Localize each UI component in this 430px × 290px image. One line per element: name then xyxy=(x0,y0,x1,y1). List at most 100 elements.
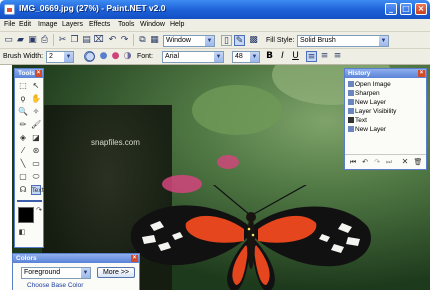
history-panel: History × Open Image Sharpen New Layer L… xyxy=(344,68,427,170)
save-icon[interactable]: ▣ xyxy=(27,35,38,46)
tool-options-bar: Brush Width: 2 ▼ ◯ ● ● ◑ Font: Arial ▼ 4… xyxy=(0,49,430,65)
swap-colors-icon[interactable]: ↷ xyxy=(34,205,44,215)
antialias-toggle-icon[interactable]: ◯ xyxy=(84,51,95,62)
menu-layers[interactable]: Layers xyxy=(62,21,83,28)
blend-overwrite-icon[interactable]: ● xyxy=(110,51,121,62)
text-tool-button[interactable]: Text xyxy=(31,185,44,195)
brush-width-select[interactable]: 2 ▼ xyxy=(46,51,74,63)
clone-stamp-icon[interactable]: ⊛ xyxy=(31,146,41,156)
rectangle-icon[interactable]: ▭ xyxy=(31,159,41,169)
new-layer-icon xyxy=(348,99,354,105)
align-center-icon[interactable]: ≡ xyxy=(319,51,330,62)
color-mode-select[interactable]: Foreground ▼ xyxy=(21,267,91,279)
chevron-down-icon: ▼ xyxy=(81,268,90,278)
colors-panel-title: Colors xyxy=(16,255,37,262)
font-select[interactable]: Arial ▼ xyxy=(162,51,224,63)
reset-colors-icon[interactable]: ◧ xyxy=(17,227,27,237)
underline-button[interactable]: U xyxy=(290,51,301,62)
menu-effects[interactable]: Effects xyxy=(89,21,110,28)
font-size-value: 48 xyxy=(235,53,243,60)
history-item[interactable]: Sharpen xyxy=(348,89,380,98)
hand-icon[interactable]: ✋ xyxy=(31,94,41,104)
redo-icon[interactable]: ↷ xyxy=(119,35,130,46)
magic-wand-icon[interactable]: ✧ xyxy=(31,107,41,117)
history-item[interactable]: Layer Visibility xyxy=(348,107,396,116)
history-item[interactable]: New Layer xyxy=(348,125,386,134)
menu-file[interactable]: File xyxy=(4,21,15,28)
window-title: IMG_0669.jpg (27%) - Paint.NET v2.0 xyxy=(19,3,166,13)
menu-image[interactable]: Image xyxy=(38,21,57,28)
undo-icon[interactable]: ↶ xyxy=(107,35,118,46)
colors-panel-close-button[interactable]: × xyxy=(131,255,138,262)
clear-selection-icon[interactable]: ⌧ xyxy=(93,35,104,46)
align-left-icon[interactable]: ≡ xyxy=(306,51,317,62)
font-size-select[interactable]: 48 ▼ xyxy=(232,51,260,63)
menu-window[interactable]: Window xyxy=(140,21,165,28)
history-panel-close-button[interactable]: × xyxy=(418,70,425,77)
italic-button[interactable]: I xyxy=(277,51,288,62)
step-back-icon[interactable]: ↶ xyxy=(360,157,370,167)
paste-icon[interactable]: ▤ xyxy=(81,35,92,46)
layer-visibility-icon xyxy=(348,108,354,114)
app-icon xyxy=(4,4,15,15)
window-select[interactable]: Window ▼ xyxy=(163,35,215,47)
crop-icon[interactable]: ⧉ xyxy=(137,35,148,46)
sharpen-icon xyxy=(348,90,354,96)
paint-brush-icon[interactable]: 🖌 xyxy=(31,120,41,130)
fill-style-value: Solid Brush xyxy=(300,37,336,44)
cut-icon[interactable]: ✂ xyxy=(57,35,68,46)
history-item[interactable]: New Layer xyxy=(348,98,386,107)
history-panel-title: History xyxy=(348,70,371,77)
primary-color-swatch[interactable] xyxy=(18,207,34,223)
rectangle-select-icon[interactable]: ⬚ xyxy=(18,81,28,91)
new-icon[interactable]: ▭ xyxy=(3,35,14,46)
blend-mode-icon[interactable]: ◑ xyxy=(122,51,133,62)
pink-flower xyxy=(217,155,239,169)
paint-bucket-icon[interactable]: ◈ xyxy=(18,133,28,143)
rewind-icon[interactable]: ⏮ xyxy=(348,157,358,167)
trash-icon[interactable]: 🗑 xyxy=(413,157,423,167)
lasso-icon[interactable]: ϙ xyxy=(18,94,28,104)
pencil-icon[interactable]: ✏ xyxy=(18,120,28,130)
history-item[interactable]: Open Image xyxy=(348,80,391,89)
ellipse-icon[interactable]: ⬭ xyxy=(31,172,41,182)
antialias-icon[interactable]: ▩ xyxy=(248,35,259,46)
print-icon[interactable]: ⎙ xyxy=(39,35,50,46)
line-icon[interactable]: ╲ xyxy=(18,159,28,169)
choose-base-color-label[interactable]: Choose Base Color xyxy=(27,282,83,289)
delete-history-icon[interactable]: ✕ xyxy=(400,157,410,167)
zoom-icon[interactable]: 🔍 xyxy=(18,107,28,117)
tools-panel-close-button[interactable]: × xyxy=(35,70,42,77)
fill-style-select[interactable]: Solid Brush ▼ xyxy=(297,35,389,47)
gradient-icon[interactable]: ◪ xyxy=(31,133,41,143)
history-item-label: Layer Visibility xyxy=(355,108,397,115)
rulers-icon[interactable]: ▯ xyxy=(221,35,232,46)
move-icon[interactable]: ↖ xyxy=(31,81,41,91)
step-forward-icon[interactable]: ↷ xyxy=(372,157,382,167)
freeform-shape-icon[interactable]: ☊ xyxy=(18,185,28,195)
close-button[interactable]: × xyxy=(415,3,427,15)
blend-normal-icon[interactable]: ● xyxy=(98,51,109,62)
maximize-button[interactable]: □ xyxy=(400,3,412,15)
brush-icon[interactable]: ✎ xyxy=(234,35,245,46)
align-right-icon[interactable]: ≡ xyxy=(332,51,343,62)
history-item-label: New Layer xyxy=(355,126,387,133)
menu-help[interactable]: Help xyxy=(170,21,184,28)
butterfly-image xyxy=(130,185,371,290)
minimize-button[interactable]: _ xyxy=(385,3,397,15)
more-button[interactable]: More >> xyxy=(97,267,135,278)
history-item-label: Sharpen xyxy=(355,90,380,97)
copy-icon[interactable]: ❐ xyxy=(69,35,80,46)
history-item-label: Text xyxy=(355,117,367,124)
rounded-rectangle-icon[interactable]: ▢ xyxy=(18,172,28,182)
brush-width-label: Brush Width: xyxy=(3,53,44,60)
menu-tools[interactable]: Tools xyxy=(118,21,134,28)
colors-panel-header: Colors × xyxy=(13,254,139,263)
resize-icon[interactable]: ▦ xyxy=(149,35,160,46)
fast-forward-icon[interactable]: ⏭ xyxy=(384,157,394,167)
bold-button[interactable]: B xyxy=(264,51,275,62)
open-icon[interactable]: ▰ xyxy=(15,35,26,46)
menu-edit[interactable]: Edit xyxy=(19,21,31,28)
color-picker-icon[interactable]: ⁄ xyxy=(18,146,28,156)
history-item[interactable]: Text xyxy=(348,116,367,125)
